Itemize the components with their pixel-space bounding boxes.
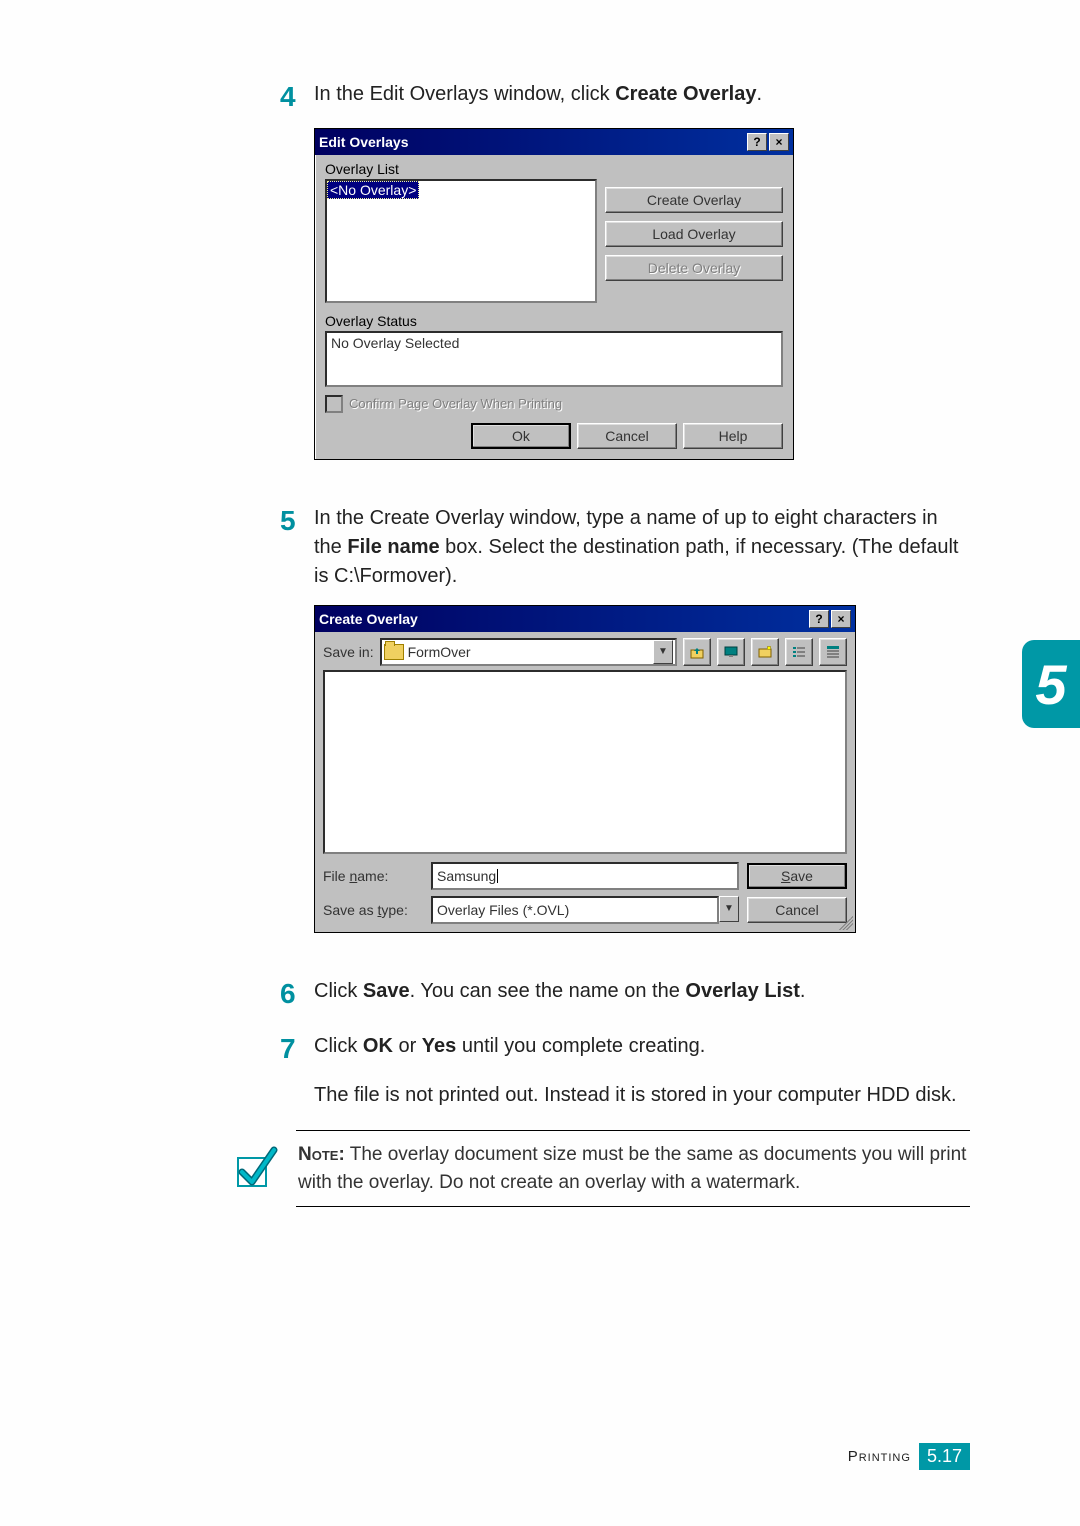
details-view-icon[interactable] (819, 638, 847, 666)
chevron-down-icon[interactable]: ▼ (719, 896, 739, 922)
edit-overlays-titlebar: Edit Overlays ? × (315, 129, 793, 155)
save-as-type-label: Save as type: (323, 902, 423, 918)
filename-value: Samsung (437, 868, 496, 884)
create-overlay-titlebar: Create Overlay ? × (315, 606, 855, 632)
step-7-mid2: until you complete creating. (456, 1035, 705, 1057)
edit-overlays-title: Edit Overlays (319, 134, 745, 150)
save-in-value: FormOver (408, 644, 471, 660)
step-6-text: Click Save. You can see the name on the … (314, 977, 805, 1006)
overlay-list-item[interactable]: <No Overlay> (327, 181, 419, 199)
overlay-status-label: Overlay Status (325, 313, 783, 329)
resize-grip-icon[interactable] (839, 916, 853, 930)
cancel-button[interactable]: Cancel (577, 423, 677, 449)
confirm-overlay-checkbox (325, 395, 343, 413)
save-button[interactable]: Save (747, 863, 847, 889)
text-cursor-icon (497, 869, 498, 883)
footer-chapter: 5 (927, 1446, 937, 1466)
help-icon[interactable]: ? (809, 610, 829, 628)
delete-overlay-button: Delete Overlay (605, 255, 783, 281)
cancel-button[interactable]: Cancel (747, 897, 847, 923)
step-7-text: Click OK or Yes until you complete creat… (314, 1032, 957, 1110)
overlay-list-label: Overlay List (325, 161, 783, 177)
save-in-combo[interactable]: FormOver ▼ (380, 638, 677, 666)
step-number-5: 5 (280, 504, 314, 538)
step-7-mid1: or (393, 1035, 422, 1057)
footer-section: Printing (848, 1448, 911, 1465)
note-head: Note: (298, 1144, 345, 1165)
step-7-pre: Click (314, 1035, 363, 1057)
note-body: The overlay document size must be the sa… (298, 1144, 966, 1193)
up-folder-icon[interactable] (683, 638, 711, 666)
overlay-status-box: No Overlay Selected (325, 331, 783, 387)
chapter-side-tab: 5 (1022, 640, 1080, 728)
list-view-icon[interactable] (785, 638, 813, 666)
create-overlay-button[interactable]: Create Overlay (605, 187, 783, 213)
chevron-down-icon[interactable]: ▼ (653, 640, 673, 664)
filename-label: File name: (323, 868, 423, 884)
step-7-para2: The file is not printed out. Instead it … (314, 1081, 957, 1110)
step-4-post: . (756, 83, 762, 105)
step-4-pre: In the Edit Overlays window, click (314, 83, 615, 105)
footer-page-number: 5.17 (919, 1443, 970, 1470)
step-6-bold1: Save (363, 980, 410, 1002)
create-overlay-dialog: Create Overlay ? × Save in: FormOver ▼ (314, 605, 856, 933)
help-icon[interactable]: ? (747, 133, 767, 151)
step-4-bold: Create Overlay (615, 83, 756, 105)
ok-button[interactable]: Ok (471, 423, 571, 449)
step-6-pre: Click (314, 980, 363, 1002)
step-7-bold2: Yes (422, 1035, 456, 1057)
step-6-mid: . You can see the name on the (410, 980, 686, 1002)
step-number-7: 7 (280, 1032, 314, 1066)
step-5-text: In the Create Overlay window, type a nam… (314, 504, 970, 591)
new-folder-icon[interactable] (751, 638, 779, 666)
save-as-type-combo[interactable]: Overlay Files (*.OVL) (431, 896, 719, 924)
step-5-bold: File name (347, 536, 439, 558)
help-button[interactable]: Help (683, 423, 783, 449)
step-6-post: . (800, 980, 806, 1002)
step-6-bold2: Overlay List (685, 980, 800, 1002)
close-icon[interactable]: × (769, 133, 789, 151)
page-footer: Printing 5.17 (848, 1443, 970, 1470)
close-icon[interactable]: × (831, 610, 851, 628)
create-overlay-title: Create Overlay (319, 611, 807, 627)
save-in-label: Save in: (323, 644, 374, 660)
step-4-text: In the Edit Overlays window, click Creat… (314, 80, 762, 109)
step-number-4: 4 (280, 80, 314, 114)
overlay-listbox[interactable]: <No Overlay> (325, 179, 597, 303)
folder-icon (384, 644, 404, 660)
save-as-type-value: Overlay Files (*.OVL) (437, 902, 569, 918)
footer-page: 17 (942, 1446, 962, 1466)
confirm-overlay-label: Confirm Page Overlay When Printing (349, 396, 562, 411)
file-list-pane[interactable] (323, 670, 847, 854)
overlay-status-text: No Overlay Selected (331, 335, 459, 351)
step-number-6: 6 (280, 977, 314, 1011)
step-7-bold1: OK (363, 1035, 393, 1057)
load-overlay-button[interactable]: Load Overlay (605, 221, 783, 247)
note-checkmark-icon (232, 1144, 278, 1195)
filename-input[interactable]: Samsung (431, 862, 739, 890)
edit-overlays-dialog: Edit Overlays ? × Overlay List <No Overl… (314, 128, 794, 460)
desktop-icon[interactable] (717, 638, 745, 666)
note-box: Note: The overlay document size must be … (296, 1130, 970, 1207)
